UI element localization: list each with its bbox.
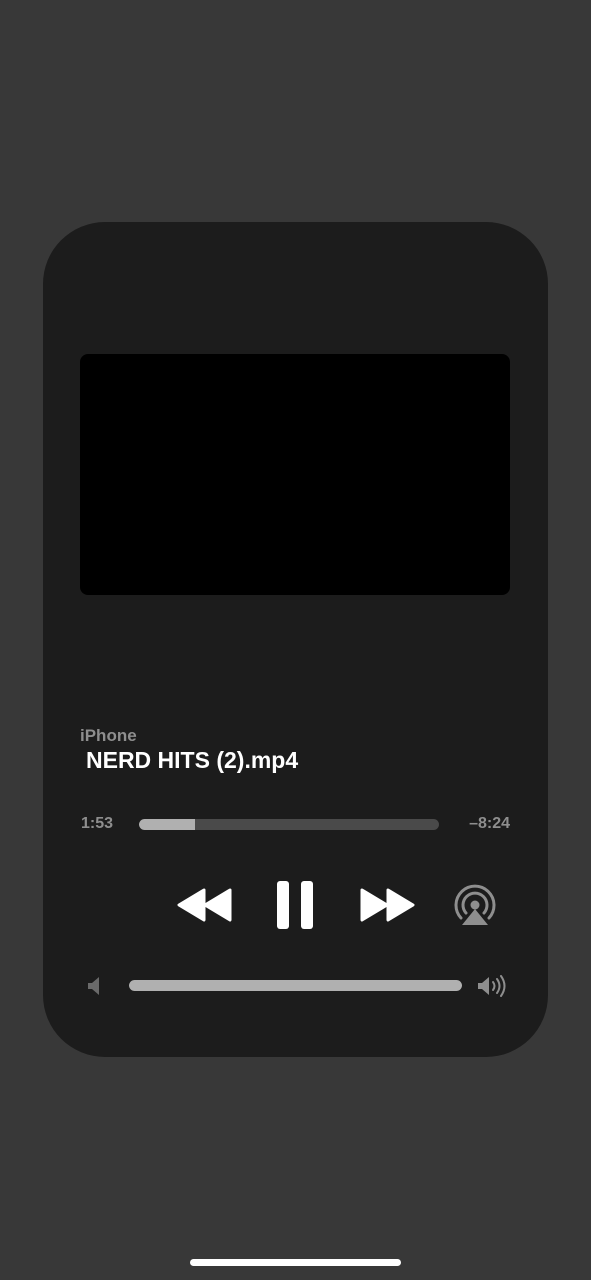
speaker-low-icon: [87, 976, 105, 996]
now-playing-screen: iPhone NERD HITS (2).mp4 1:53 –8:24: [0, 0, 591, 1280]
elapsed-time: 1:53: [81, 815, 114, 832]
pause-button[interactable]: [275, 880, 315, 930]
player-card: iPhone NERD HITS (2).mp4 1:53 –8:24: [43, 222, 548, 1057]
playback-progress-fill: [139, 819, 196, 830]
remaining-time: –8:24: [469, 815, 510, 832]
fast-forward-icon: [360, 888, 415, 922]
video-artwork[interactable]: [80, 354, 510, 595]
home-indicator[interactable]: [190, 1259, 401, 1266]
source-label: iPhone: [80, 726, 137, 745]
rewind-button[interactable]: [177, 886, 233, 924]
fast-forward-button[interactable]: [359, 886, 415, 924]
volume-fill: [129, 980, 462, 991]
airplay-icon: [454, 884, 496, 925]
volume-slider[interactable]: [129, 980, 462, 991]
airplay-button[interactable]: [453, 884, 497, 928]
pause-icon: [277, 881, 313, 929]
playback-scrubber[interactable]: [139, 819, 439, 830]
rewind-icon: [177, 888, 232, 922]
track-title: NERD HITS (2).mp4: [86, 747, 299, 773]
speaker-high-icon: [477, 974, 513, 998]
